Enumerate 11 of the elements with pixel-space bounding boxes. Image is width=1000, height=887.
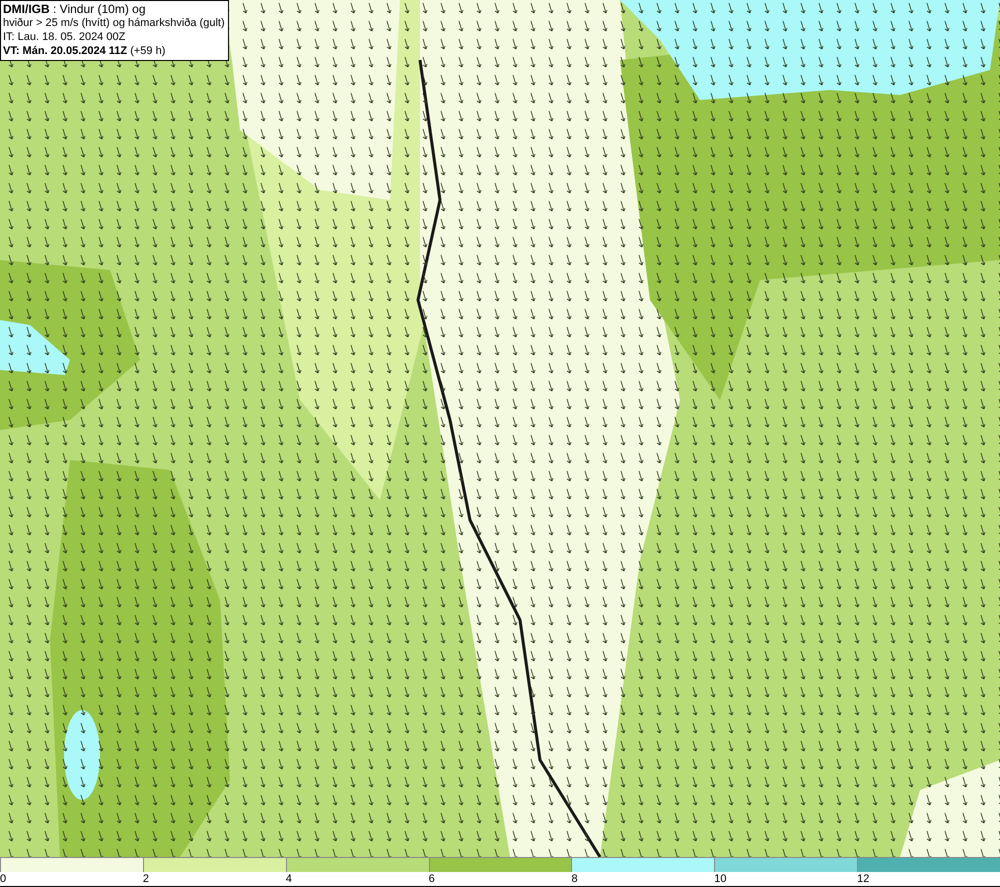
title-line: VT: Mán. 20.05.2024 11Z (+59 h): [3, 44, 166, 58]
title-line: hviður > 25 m/s (hvítt) og hámarkshviða (gult): [3, 16, 225, 30]
legend-label: 12: [857, 872, 870, 886]
title-line: DMI/IGB : Vindur (10m) og: [3, 2, 146, 16]
legend-label: 0: [0, 872, 6, 886]
legend-label: 6: [428, 872, 435, 886]
legend-label: 10: [714, 872, 727, 886]
title-line: IT: Lau. 18. 05. 2024 00Z: [3, 30, 126, 44]
legend-label: 2: [142, 872, 149, 886]
legend-label: 8: [571, 872, 578, 886]
legend-label: 4: [286, 872, 292, 886]
